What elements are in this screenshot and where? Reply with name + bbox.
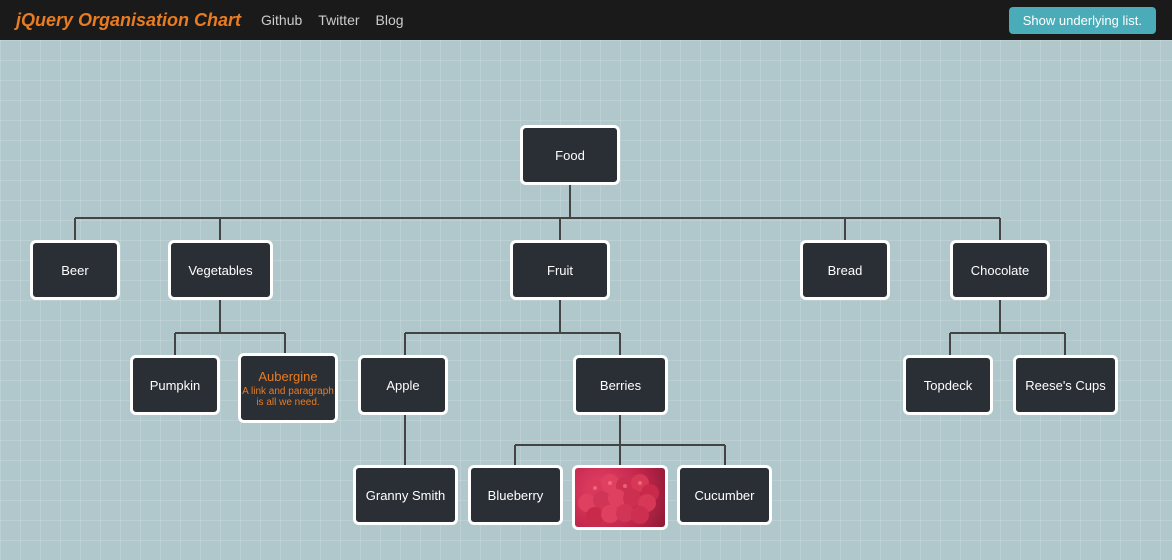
app-title: jQuery Organisation Chart	[16, 10, 241, 31]
node-vegetables: Vegetables	[168, 240, 273, 300]
raspberry-image	[575, 468, 665, 527]
node-pumpkin: Pumpkin	[130, 355, 220, 415]
nav-blog[interactable]: Blog	[376, 12, 404, 28]
nav-twitter[interactable]: Twitter	[318, 12, 359, 28]
nav-github[interactable]: Github	[261, 12, 302, 28]
node-cucumber: Cucumber	[677, 465, 772, 525]
node-aubergine: Aubergine A link and paragraph is all we…	[238, 353, 338, 423]
node-topdeck: Topdeck	[903, 355, 993, 415]
node-granny-smith: Granny Smith	[353, 465, 458, 525]
node-blueberry: Blueberry	[468, 465, 563, 525]
chart-area: Food Beer Vegetables Fruit Bread Chocola…	[0, 40, 1172, 560]
node-berries: Berries	[573, 355, 668, 415]
header: jQuery Organisation Chart Github Twitter…	[0, 0, 1172, 40]
show-underlying-button[interactable]: Show underlying list.	[1009, 7, 1156, 34]
node-raspberry	[572, 465, 668, 530]
node-apple: Apple	[358, 355, 448, 415]
node-bread: Bread	[800, 240, 890, 300]
header-nav: Github Twitter Blog	[261, 12, 404, 28]
node-beer: Beer	[30, 240, 120, 300]
node-reeses: Reese's Cups	[1013, 355, 1118, 415]
node-chocolate: Chocolate	[950, 240, 1050, 300]
node-fruit: Fruit	[510, 240, 610, 300]
org-chart: Food Beer Vegetables Fruit Bread Chocola…	[10, 60, 1160, 550]
node-food: Food	[520, 125, 620, 185]
